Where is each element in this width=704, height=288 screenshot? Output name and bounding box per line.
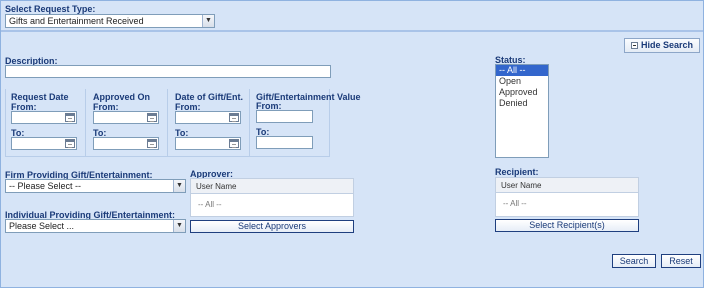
gift-value-to-input[interactable]	[256, 136, 313, 149]
calendar-icon[interactable]	[147, 113, 157, 122]
select-recipients-button[interactable]: Select Recipient(s)	[495, 219, 639, 232]
firm-select[interactable]: -- Please Select -- ▼	[5, 179, 186, 193]
search-button[interactable]: Search	[612, 254, 656, 268]
gift-value-from-input[interactable]	[256, 110, 313, 123]
collapse-icon	[630, 42, 638, 49]
hide-search-label: Hide Search	[640, 40, 694, 50]
approver-grid: User Name -- All --	[190, 178, 354, 217]
approver-column-header: User Name	[191, 179, 353, 194]
approved-on-title: Approved On	[93, 92, 151, 102]
gift-date-to-input[interactable]	[175, 137, 241, 150]
hide-search-button[interactable]: Hide Search	[624, 38, 700, 53]
recipient-label: Recipient:	[495, 167, 539, 177]
request-type-value: Gifts and Entertainment Received	[9, 16, 144, 26]
calendar-icon[interactable]	[229, 139, 239, 148]
gift-date-from-input[interactable]	[175, 111, 241, 124]
individual-value: Please Select ...	[9, 221, 75, 231]
reset-button[interactable]: Reset	[661, 254, 701, 268]
request-date-to-input[interactable]	[11, 137, 77, 150]
status-option[interactable]: Open	[496, 76, 548, 87]
select-approvers-button[interactable]: Select Approvers	[190, 220, 354, 233]
approver-row[interactable]: -- All --	[191, 194, 353, 216]
request-type-label: Select Request Type:	[5, 4, 96, 14]
chevron-down-icon: ▼	[202, 15, 214, 27]
firm-value: -- Please Select --	[9, 181, 82, 191]
gift-date-title: Date of Gift/Ent.	[175, 92, 243, 102]
status-option[interactable]: -- All --	[496, 65, 548, 76]
calendar-icon[interactable]	[65, 139, 75, 148]
recipient-grid: User Name -- All --	[495, 177, 639, 217]
chevron-down-icon: ▼	[173, 220, 185, 232]
request-type-select[interactable]: Gifts and Entertainment Received ▼	[5, 14, 215, 28]
chevron-down-icon: ▼	[173, 180, 185, 192]
status-listbox[interactable]: -- All -- Open Approved Denied	[495, 64, 549, 158]
calendar-icon[interactable]	[229, 113, 239, 122]
approved-on-to-input[interactable]	[93, 137, 159, 150]
description-input[interactable]	[5, 65, 331, 78]
status-option[interactable]: Denied	[496, 98, 548, 109]
approved-on-from-input[interactable]	[93, 111, 159, 124]
recipient-column-header: User Name	[496, 178, 638, 193]
status-option[interactable]: Approved	[496, 87, 548, 98]
request-date-from-input[interactable]	[11, 111, 77, 124]
calendar-icon[interactable]	[65, 113, 75, 122]
individual-select[interactable]: Please Select ... ▼	[5, 219, 186, 233]
recipient-row[interactable]: -- All --	[496, 193, 638, 215]
request-date-title: Request Date	[11, 92, 69, 102]
calendar-icon[interactable]	[147, 139, 157, 148]
